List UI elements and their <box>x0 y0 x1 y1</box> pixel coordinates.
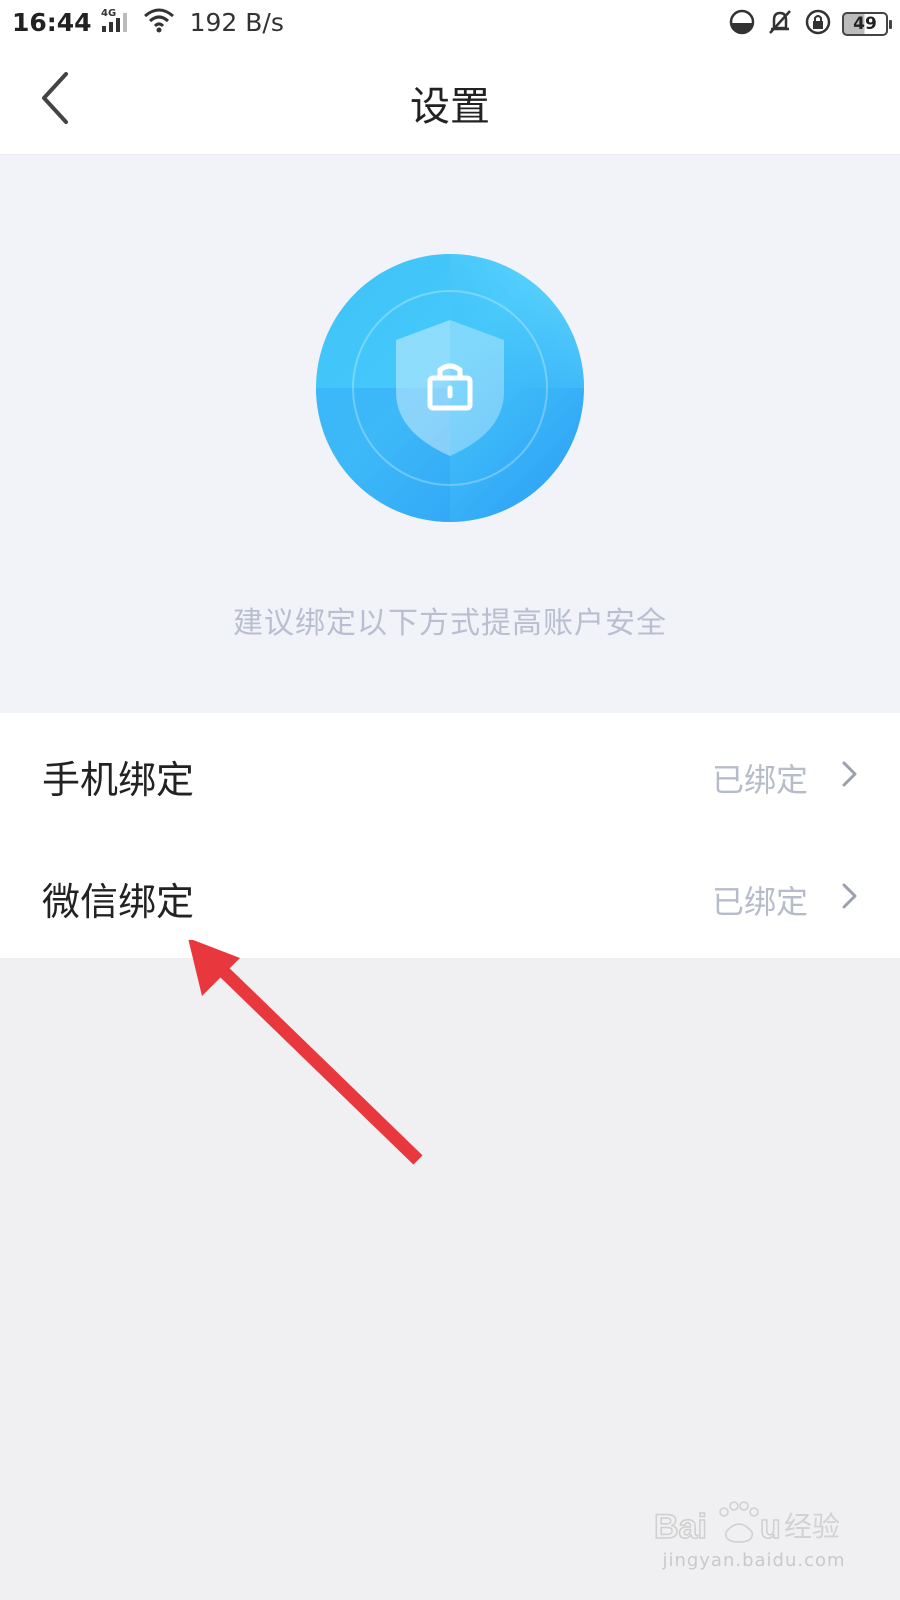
watermark-url: jingyan.baidu.com <box>662 1550 846 1571</box>
battery-level: 49 <box>853 14 877 34</box>
svg-text:Bai: Bai <box>654 1508 707 1546</box>
status-left: 16:44 4G 192 B/s <box>12 6 284 38</box>
list-item-label: 微信绑定 <box>42 880 195 924</box>
data-saver-icon <box>728 8 756 40</box>
svg-text:u: u <box>760 1508 781 1546</box>
mute-bell-icon <box>766 8 794 40</box>
status-bar: 16:44 4G 192 B/s 49 <box>0 0 900 46</box>
rotation-lock-icon <box>804 8 832 40</box>
baidu-logo-icon: Bai u 经验 <box>654 1501 840 1547</box>
page-title: 设置 <box>410 84 490 130</box>
security-hint: 建议绑定以下方式提高账户安全 <box>233 606 667 641</box>
signal-icon: 4G <box>100 6 134 38</box>
chevron-right-icon <box>842 761 857 787</box>
status-right: 49 <box>728 8 892 40</box>
security-hero: 建议绑定以下方式提高账户安全 <box>0 155 900 713</box>
status-time: 16:44 <box>12 7 92 37</box>
list-item-status: 已绑定 <box>711 883 808 921</box>
binding-list: 手机绑定 已绑定 微信绑定 已绑定 <box>0 713 900 958</box>
red-arrow-annotation <box>188 940 423 1165</box>
phone-binding-item[interactable]: 手机绑定 已绑定 <box>0 713 900 835</box>
list-item-status: 已绑定 <box>711 761 808 799</box>
wechat-binding-item[interactable]: 微信绑定 已绑定 <box>0 835 900 957</box>
wifi-icon <box>142 6 176 38</box>
shield-lock-icon <box>314 252 586 524</box>
chevron-right-icon <box>842 883 857 909</box>
header: 设置 <box>0 46 900 155</box>
battery-icon: 49 <box>842 12 892 36</box>
list-item-label: 手机绑定 <box>42 758 195 802</box>
status-speed: 192 B/s <box>189 7 284 37</box>
baidu-watermark: Bai u 经验 jingyan.baidu.com <box>654 1492 854 1582</box>
svg-text:经验: 经验 <box>784 1510 840 1543</box>
network-type: 4G <box>101 8 116 19</box>
